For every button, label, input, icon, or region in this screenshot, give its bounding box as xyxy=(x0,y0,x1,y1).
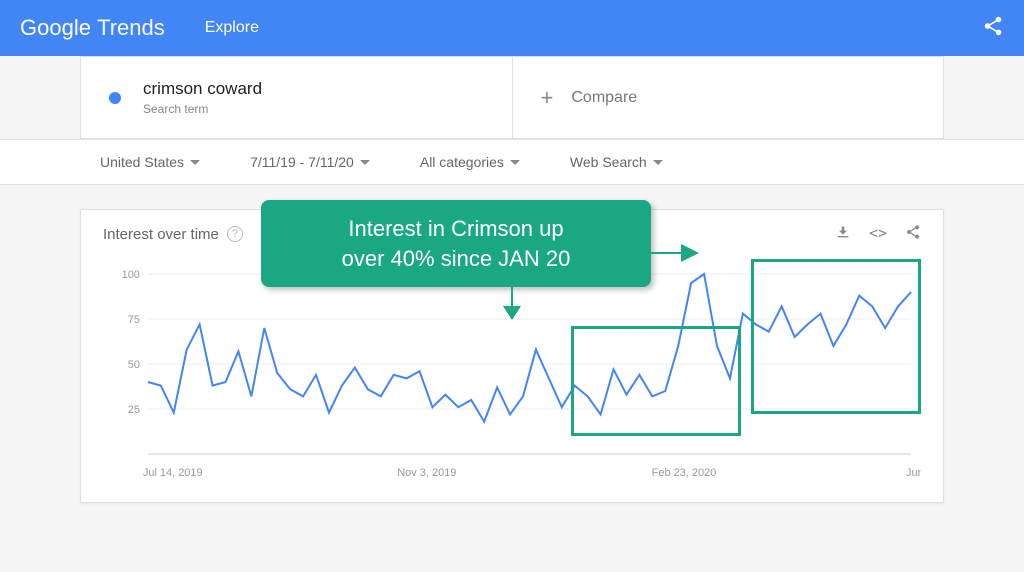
svg-text:Jul 14, 2019: Jul 14, 2019 xyxy=(143,467,203,479)
search-terms-row: crimson coward Search term + Compare xyxy=(80,56,944,139)
google-trends-logo[interactable]: Google Trends xyxy=(20,15,165,41)
filter-region[interactable]: United States xyxy=(100,154,200,170)
search-term-type: Search term xyxy=(143,102,262,116)
svg-text:Jun 14, 2020: Jun 14, 2020 xyxy=(906,467,921,479)
svg-text:75: 75 xyxy=(128,314,140,326)
share-button[interactable] xyxy=(982,15,1004,42)
svg-text:25: 25 xyxy=(128,404,140,416)
plus-icon: + xyxy=(541,85,554,111)
series-color-dot xyxy=(109,92,121,104)
share-chart-icon[interactable] xyxy=(905,224,921,244)
callout-line2: over 40% since JAN 20 xyxy=(287,244,625,274)
chevron-down-icon xyxy=(653,160,663,165)
share-icon xyxy=(982,15,1004,37)
app-header: Google Trends Explore xyxy=(0,0,1024,56)
svg-text:Feb 23, 2020: Feb 23, 2020 xyxy=(652,467,717,479)
search-term-cell[interactable]: crimson coward Search term xyxy=(81,57,512,138)
logo-google: Google xyxy=(20,15,91,40)
filter-time-label: 7/11/19 - 7/11/20 xyxy=(250,154,354,170)
search-term-text: crimson coward xyxy=(143,79,262,99)
content-area: crimson coward Search term + Compare Uni… xyxy=(0,56,1024,503)
chart-title: Interest over time xyxy=(103,226,219,243)
filter-category[interactable]: All categories xyxy=(420,154,520,170)
chevron-down-icon xyxy=(510,160,520,165)
svg-text:Nov 3, 2019: Nov 3, 2019 xyxy=(397,467,456,479)
filter-time-range[interactable]: 7/11/19 - 7/11/20 xyxy=(250,154,370,170)
download-icon[interactable] xyxy=(835,224,851,244)
annotation-box-right xyxy=(751,259,921,414)
embed-icon[interactable]: <> xyxy=(869,224,887,244)
annotation-callout: Interest in Crimson up over 40% since JA… xyxy=(261,200,651,287)
callout-line1: Interest in Crimson up xyxy=(287,214,625,244)
compare-label: Compare xyxy=(571,89,637,107)
filter-category-label: All categories xyxy=(420,154,504,170)
chart-actions: <> xyxy=(835,224,921,244)
svg-text:100: 100 xyxy=(122,269,140,281)
term-block: crimson coward Search term xyxy=(143,79,262,116)
filter-region-label: United States xyxy=(100,154,184,170)
chevron-down-icon xyxy=(360,160,370,165)
interest-chart-card: Interest over time ? <> 25 50 75 100 Jul 14,… xyxy=(80,209,944,503)
svg-text:50: 50 xyxy=(128,359,140,371)
filter-search-type-label: Web Search xyxy=(570,154,647,170)
explore-tab[interactable]: Explore xyxy=(205,19,259,37)
filter-search-type[interactable]: Web Search xyxy=(570,154,663,170)
annotation-box-left xyxy=(571,326,741,436)
chevron-down-icon xyxy=(190,160,200,165)
filters-row: United States 7/11/19 - 7/11/20 All cate… xyxy=(0,139,1024,185)
arrow-down-icon xyxy=(499,280,529,320)
compare-cell[interactable]: + Compare xyxy=(512,57,944,138)
help-icon[interactable]: ? xyxy=(227,226,243,242)
arrow-right-icon xyxy=(649,240,699,270)
logo-trends: Trends xyxy=(97,15,165,40)
